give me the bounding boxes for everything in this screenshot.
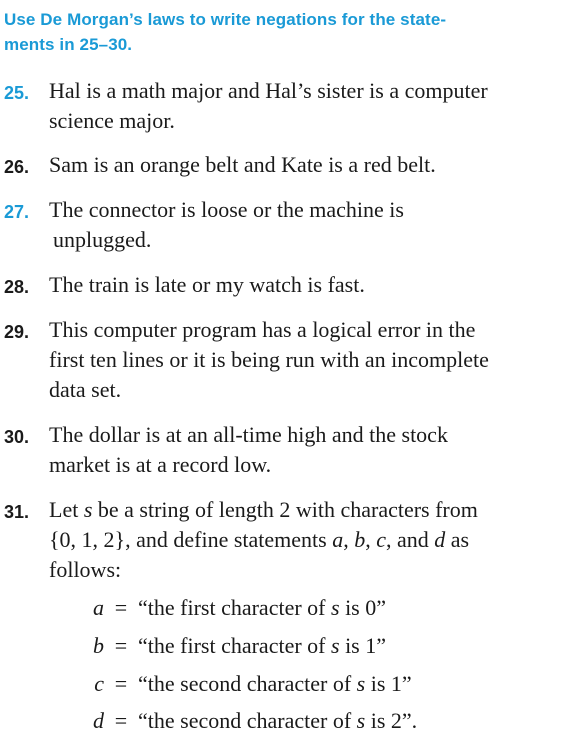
definition-text-end: is 1” (365, 671, 412, 696)
definition-variable: b (93, 633, 104, 658)
definition-a: a = “the first character of s is 0” (90, 593, 386, 623)
definition-text: “the second character of (138, 671, 357, 696)
math-variable: c (376, 527, 386, 552)
equals-sign: = (114, 671, 128, 696)
exercise-instruction: Use De Morgan’s laws to write negations … (4, 7, 549, 57)
exercise-line: {0, 1, 2}, and define statements a, b, c… (49, 527, 470, 552)
exercise-text: The dollar is at an all-time high and th… (49, 420, 559, 480)
definition-variable: a (93, 595, 104, 620)
exercise-number: 25. (4, 83, 30, 103)
definition-variable-s: s (356, 671, 366, 696)
definition-variable-s: s (331, 595, 340, 620)
exercise-line: first ten lines or it is being run with … (49, 347, 489, 372)
exercise-text: Sam is an orange belt and Kate is a red … (49, 150, 559, 180)
exercise-line: Let s be a string of length 2 with chara… (49, 497, 478, 522)
definition-b: b = “the first character of s is 1” (90, 631, 386, 661)
exercise-line: unplugged. (53, 227, 152, 252)
definition-d: d = “the second character of s is 2”. (90, 706, 417, 736)
definition-c: c = “the second character of s is 1” (90, 669, 412, 699)
exercise-line: market is at a record low. (49, 452, 272, 477)
exercise-text: Let s be a string of length 2 with chara… (49, 495, 559, 585)
exercise-line: data set. (49, 377, 122, 402)
definition-variable: d (93, 708, 104, 733)
definition-text-end: is 2”. (365, 708, 418, 733)
exercise-number: 31. (4, 502, 30, 522)
exercise-number: 26. (4, 157, 30, 177)
equals-sign: = (114, 708, 128, 733)
definition-text: “the first character of (138, 633, 331, 658)
exercise-text: This computer program has a logical erro… (49, 315, 559, 405)
exercise-line: science major. (49, 108, 175, 133)
exercise-text: The train is late or my watch is fast. (49, 270, 559, 300)
exercise-line: The train is late or my watch is fast. (49, 272, 365, 297)
exercise-number: 30. (4, 427, 30, 447)
definition-text: “the first character of (138, 595, 331, 620)
definition-text-end: is 1” (339, 633, 387, 658)
exercise-line: The connector is loose or the machine is (49, 197, 404, 222)
instruction-line-1: Use De Morgan’s laws to write negations … (4, 10, 447, 29)
exercise-number: 27. (4, 202, 30, 222)
exercise-line: The dollar is at an all-time high and th… (49, 422, 448, 447)
definition-text-end: is 0” (339, 595, 387, 620)
exercise-text: The connector is loose or the machine is… (49, 195, 559, 255)
exercise-number: 29. (4, 322, 30, 342)
exercise-number: 28. (4, 277, 30, 297)
definition-variable-s: s (356, 708, 366, 733)
definition-variable-s: s (331, 633, 340, 658)
equals-sign: = (114, 633, 128, 658)
math-variable: a (332, 527, 344, 552)
exercise-text: Hal is a math major and Hal’s sister is … (49, 76, 559, 136)
math-variable: s (83, 497, 93, 522)
exercise-line: Sam is an orange belt and Kate is a red … (49, 152, 436, 177)
math-variable: b (354, 527, 366, 552)
exercise-line: Hal is a math major and Hal’s sister is … (49, 78, 488, 103)
exercise-line: follows: (49, 557, 122, 582)
instruction-line-2: ments in 25–30. (4, 35, 133, 54)
exercise-line: This computer program has a logical erro… (49, 317, 476, 342)
textbook-page: { "colors": { "accent": "#1a9ad6", "text… (0, 0, 568, 753)
definition-variable: c (94, 671, 104, 696)
math-variable: d (434, 527, 446, 552)
definition-text: “the second character of (138, 708, 357, 733)
equals-sign: = (114, 595, 128, 620)
